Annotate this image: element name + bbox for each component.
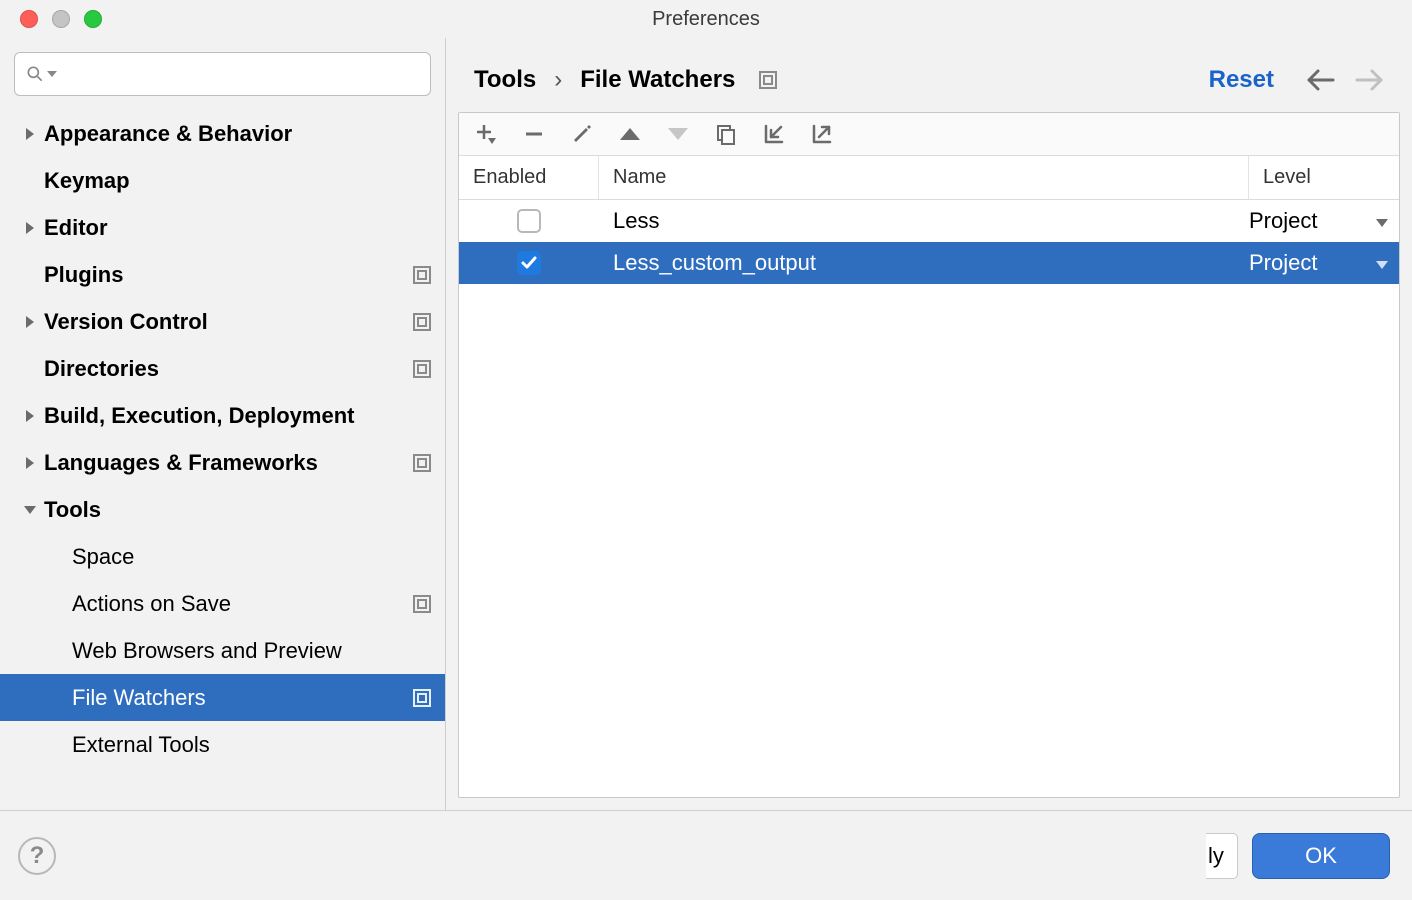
copy-button[interactable] bbox=[715, 123, 737, 145]
sidebar-item-label: Appearance & Behavior bbox=[44, 121, 292, 147]
chevron-down-icon bbox=[1375, 250, 1389, 276]
ok-button[interactable]: OK bbox=[1252, 833, 1390, 879]
enabled-checkbox[interactable] bbox=[517, 209, 541, 233]
expand-arrow-icon bbox=[16, 456, 44, 470]
import-button[interactable] bbox=[763, 123, 785, 145]
table-body: LessProjectLess_custom_outputProject bbox=[459, 200, 1399, 797]
level-dropdown[interactable]: Project bbox=[1249, 250, 1399, 276]
chevron-down-icon bbox=[1375, 208, 1389, 234]
sidebar-item-web-browsers-and-preview[interactable]: Web Browsers and Preview bbox=[0, 627, 445, 674]
nav-forward-button bbox=[1354, 68, 1384, 92]
project-scope-icon bbox=[413, 454, 431, 472]
col-enabled[interactable]: Enabled bbox=[459, 156, 599, 199]
sidebar-item-directories[interactable]: Directories bbox=[0, 345, 445, 392]
dialog-footer: ? ly OK bbox=[0, 810, 1412, 900]
search-field[interactable] bbox=[59, 64, 420, 85]
remove-button[interactable] bbox=[523, 123, 545, 145]
settings-tree: Appearance & Behavior Keymap Editor Plugins… bbox=[0, 104, 445, 810]
reset-button[interactable]: Reset bbox=[1209, 66, 1274, 94]
export-button[interactable] bbox=[811, 123, 833, 145]
sidebar-item-label: Space bbox=[72, 544, 134, 570]
titlebar: Preferences bbox=[0, 0, 1412, 38]
watcher-name: Less bbox=[599, 208, 1249, 234]
expand-arrow-icon bbox=[16, 315, 44, 329]
sidebar-item-actions-on-save[interactable]: Actions on Save bbox=[0, 580, 445, 627]
sidebar-item-label: Editor bbox=[44, 215, 108, 241]
sidebar-item-build-execution-deployment[interactable]: Build, Execution, Deployment bbox=[0, 392, 445, 439]
sidebar-item-tools[interactable]: Tools bbox=[0, 486, 445, 533]
col-name[interactable]: Name bbox=[599, 156, 1249, 199]
sidebar-item-version-control[interactable]: Version Control bbox=[0, 298, 445, 345]
project-scope-icon bbox=[413, 360, 431, 378]
breadcrumb-leaf: File Watchers bbox=[580, 66, 735, 94]
level-dropdown[interactable]: Project bbox=[1249, 208, 1399, 234]
expand-arrow-icon bbox=[16, 221, 44, 235]
window-close-button[interactable] bbox=[20, 10, 38, 28]
sidebar-item-keymap[interactable]: Keymap bbox=[0, 157, 445, 204]
sidebar-item-appearance-behavior[interactable]: Appearance & Behavior bbox=[0, 110, 445, 157]
expand-arrow-icon bbox=[16, 504, 44, 516]
search-input[interactable] bbox=[14, 52, 431, 96]
nav-arrows bbox=[1306, 68, 1384, 92]
dropdown-caret-icon bbox=[47, 69, 57, 79]
sidebar-item-label: Actions on Save bbox=[72, 591, 231, 617]
sidebar: Appearance & Behavior Keymap Editor Plugins… bbox=[0, 38, 446, 810]
search-icon bbox=[25, 64, 45, 84]
sidebar-item-label: Web Browsers and Preview bbox=[72, 638, 342, 664]
main-split: Appearance & Behavior Keymap Editor Plugins… bbox=[0, 38, 1412, 810]
sidebar-item-label: Build, Execution, Deployment bbox=[44, 403, 354, 429]
table-row[interactable]: LessProject bbox=[459, 200, 1399, 242]
sidebar-item-label: Tools bbox=[44, 497, 101, 523]
truncated-button-fragment[interactable]: ly bbox=[1206, 833, 1238, 879]
help-button[interactable]: ? bbox=[18, 837, 56, 875]
window-minimize-button[interactable] bbox=[52, 10, 70, 28]
window-controls bbox=[0, 10, 102, 28]
sidebar-item-file-watchers[interactable]: File Watchers bbox=[0, 674, 445, 721]
sidebar-item-label: Version Control bbox=[44, 309, 208, 335]
window-maximize-button[interactable] bbox=[84, 10, 102, 28]
expand-arrow-icon bbox=[16, 409, 44, 423]
content-area: Tools › File Watchers Reset bbox=[446, 38, 1412, 810]
sidebar-item-label: Plugins bbox=[44, 262, 123, 288]
sidebar-item-plugins[interactable]: Plugins bbox=[0, 251, 445, 298]
table-row[interactable]: Less_custom_outputProject bbox=[459, 242, 1399, 284]
sidebar-item-editor[interactable]: Editor bbox=[0, 204, 445, 251]
move-down-button bbox=[667, 127, 689, 141]
col-level[interactable]: Level bbox=[1249, 156, 1399, 199]
project-scope-icon bbox=[413, 266, 431, 284]
window-title: Preferences bbox=[0, 8, 1412, 31]
file-watchers-panel: Enabled Name Level LessProjectLess_custo… bbox=[458, 112, 1400, 798]
sidebar-item-label: External Tools bbox=[72, 732, 210, 758]
enabled-checkbox[interactable] bbox=[517, 251, 541, 275]
project-scope-icon bbox=[413, 313, 431, 331]
edit-button[interactable] bbox=[571, 123, 593, 145]
sidebar-item-languages-frameworks[interactable]: Languages & Frameworks bbox=[0, 439, 445, 486]
project-scope-icon bbox=[413, 595, 431, 613]
sidebar-item-label: Keymap bbox=[44, 168, 130, 194]
sidebar-item-label: File Watchers bbox=[72, 685, 206, 711]
nav-back-button[interactable] bbox=[1306, 68, 1336, 92]
sidebar-item-external-tools[interactable]: External Tools bbox=[0, 721, 445, 768]
breadcrumb: Tools › File Watchers bbox=[474, 66, 777, 94]
move-up-button[interactable] bbox=[619, 127, 641, 141]
add-button[interactable] bbox=[475, 123, 497, 145]
watchers-toolbar bbox=[459, 113, 1399, 156]
table-header: Enabled Name Level bbox=[459, 156, 1399, 200]
project-scope-icon bbox=[759, 71, 777, 89]
chevron-right-icon: › bbox=[554, 66, 562, 94]
sidebar-item-label: Languages & Frameworks bbox=[44, 450, 318, 476]
watcher-name: Less_custom_output bbox=[599, 250, 1249, 276]
breadcrumb-root[interactable]: Tools bbox=[474, 66, 536, 94]
content-header: Tools › File Watchers Reset bbox=[446, 38, 1412, 112]
sidebar-item-space[interactable]: Space bbox=[0, 533, 445, 580]
project-scope-icon bbox=[413, 689, 431, 707]
sidebar-item-label: Directories bbox=[44, 356, 159, 382]
expand-arrow-icon bbox=[16, 127, 44, 141]
